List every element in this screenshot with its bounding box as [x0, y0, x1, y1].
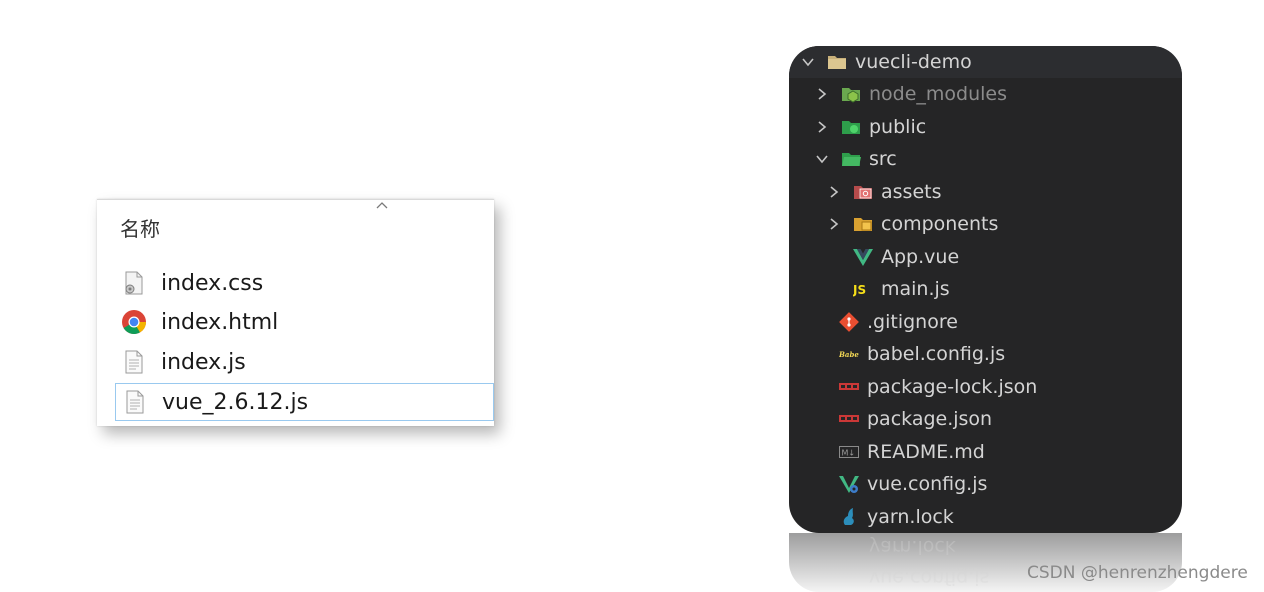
tree-label: src — [869, 148, 897, 170]
tree-label: package-lock.json — [867, 376, 1038, 398]
text-file-icon — [126, 390, 144, 414]
folder-icon — [827, 52, 847, 72]
file-row-vue-js[interactable]: vue_2.6.12.js — [115, 383, 494, 421]
tree-item-main-js[interactable]: JS main.js — [789, 273, 1182, 305]
tree-item-public[interactable]: public — [789, 111, 1182, 143]
public-folder-icon — [841, 117, 861, 137]
npm-icon — [839, 377, 859, 397]
components-folder-icon — [853, 214, 873, 234]
assets-folder-icon — [853, 182, 873, 202]
chevron-down-icon — [816, 155, 828, 164]
tree-item-src[interactable]: src — [789, 143, 1182, 175]
vue-config-icon — [839, 474, 859, 494]
git-icon — [839, 312, 859, 332]
chevron-right-icon — [818, 88, 827, 100]
tree-item-package-json[interactable]: package.json — [789, 403, 1182, 435]
tree-item-node-modules[interactable]: node_modules — [789, 78, 1182, 110]
sort-ascending-icon[interactable] — [376, 201, 388, 209]
tree-label: node_modules — [869, 83, 1008, 105]
vue-icon — [853, 247, 873, 267]
tree-label: components — [881, 213, 999, 235]
tree-label: yarn.lock — [867, 506, 954, 528]
tree-label: vue.config.js — [867, 473, 988, 495]
file-explorer-panel: 名称 index.css index.html index.js vue_2.6… — [97, 199, 494, 426]
csdn-watermark: CSDN @henrenzhengdere — [1027, 563, 1248, 583]
npm-icon — [839, 409, 859, 429]
file-name: index.js — [161, 349, 246, 375]
tree-item-components[interactable]: components — [789, 208, 1182, 240]
tree-label: vuecli-demo — [855, 51, 972, 73]
tree-item-assets[interactable]: assets — [789, 176, 1182, 208]
node-folder-icon — [841, 84, 861, 104]
svg-text:Babel: Babel — [839, 350, 859, 359]
tree-root-vuecli-demo[interactable]: vuecli-demo — [789, 46, 1182, 78]
column-header-name[interactable]: 名称 — [120, 213, 160, 242]
tree-item-gitignore[interactable]: .gitignore — [789, 306, 1182, 338]
tree-label: .gitignore — [867, 311, 958, 333]
chevron-right-icon — [830, 186, 839, 198]
chevron-down-icon — [802, 58, 814, 67]
svg-text:M↓: M↓ — [842, 449, 856, 458]
js-icon: JS — [853, 279, 873, 299]
file-name: index.html — [161, 309, 279, 335]
css-file-icon — [125, 271, 143, 295]
tree-item-package-lock[interactable]: package-lock.json — [789, 371, 1182, 403]
chevron-right-icon — [830, 218, 839, 230]
tree-item-app-vue[interactable]: App.vue — [789, 241, 1182, 273]
tree-item-readme[interactable]: M↓ README.md — [789, 436, 1182, 468]
tree-item-vue-config[interactable]: vue.config.js — [789, 468, 1182, 500]
tree-item-yarn-lock[interactable]: yarn.lock — [789, 501, 1182, 533]
file-row-index-js[interactable]: index.js — [115, 344, 494, 380]
tree-label: main.js — [881, 278, 950, 300]
tree-item-babel-config[interactable]: Babel babel.config.js — [789, 338, 1182, 370]
tree-label: App.vue — [881, 246, 960, 268]
tree-label: babel.config.js — [867, 343, 1006, 365]
tree-label: package.json — [867, 408, 993, 430]
reflection-text: vue.config.js — [869, 567, 990, 589]
babel-icon: Babel — [839, 344, 859, 364]
tree-label: public — [869, 116, 927, 138]
chrome-icon — [122, 310, 146, 335]
text-file-icon — [125, 350, 143, 374]
vscode-explorer-panel: vuecli-demo node_modules public src asse… — [789, 46, 1182, 533]
tree-label: assets — [881, 181, 942, 203]
file-name: vue_2.6.12.js — [162, 389, 309, 415]
src-folder-icon — [841, 149, 861, 169]
file-row-index-css[interactable]: index.css — [115, 265, 494, 301]
svg-text:JS: JS — [853, 283, 866, 297]
yarn-icon — [839, 507, 859, 527]
tree-label: README.md — [867, 441, 985, 463]
file-row-index-html[interactable]: index.html — [115, 304, 494, 340]
reflection-text: yarn.lock — [869, 536, 956, 558]
chevron-right-icon — [818, 121, 827, 133]
file-name: index.css — [161, 270, 264, 296]
divider — [97, 199, 494, 200]
markdown-icon: M↓ — [839, 442, 859, 462]
